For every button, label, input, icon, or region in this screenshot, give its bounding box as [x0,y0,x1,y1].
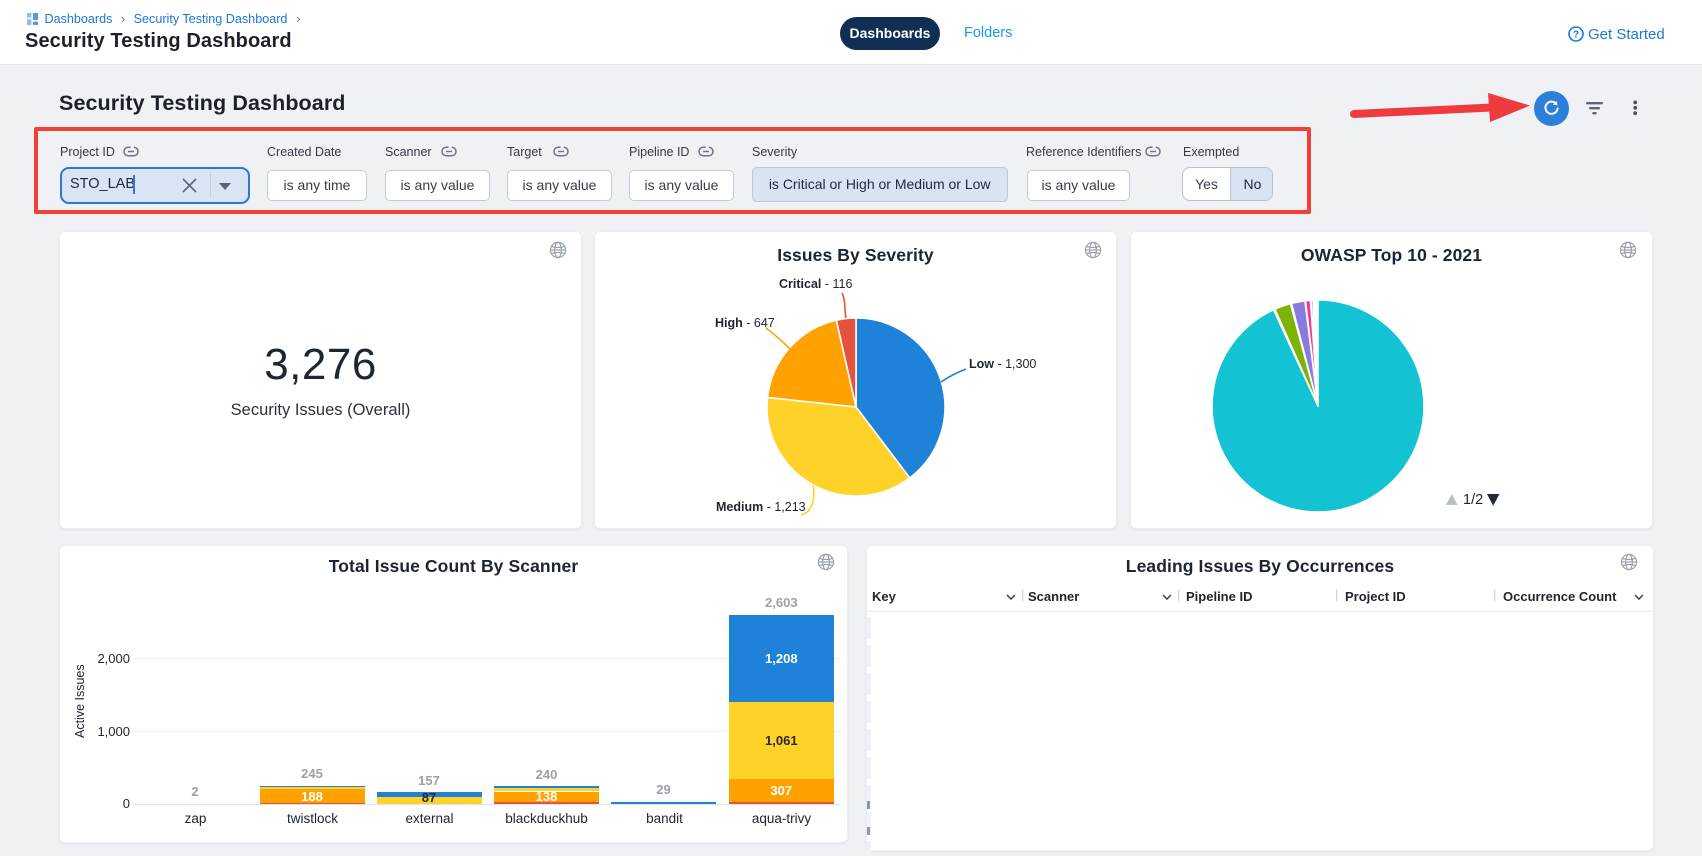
svg-text:Critical - 116: Critical - 116 [779,277,852,291]
svg-text:Low - 1,300: Low - 1,300 [969,357,1036,371]
svg-text:?: ? [1573,30,1579,41]
svg-text:1/2: 1/2 [1463,492,1483,508]
svg-text:High - 647: High - 647 [715,316,775,330]
svg-text:Medium - 1,213: Medium - 1,213 [716,500,806,514]
